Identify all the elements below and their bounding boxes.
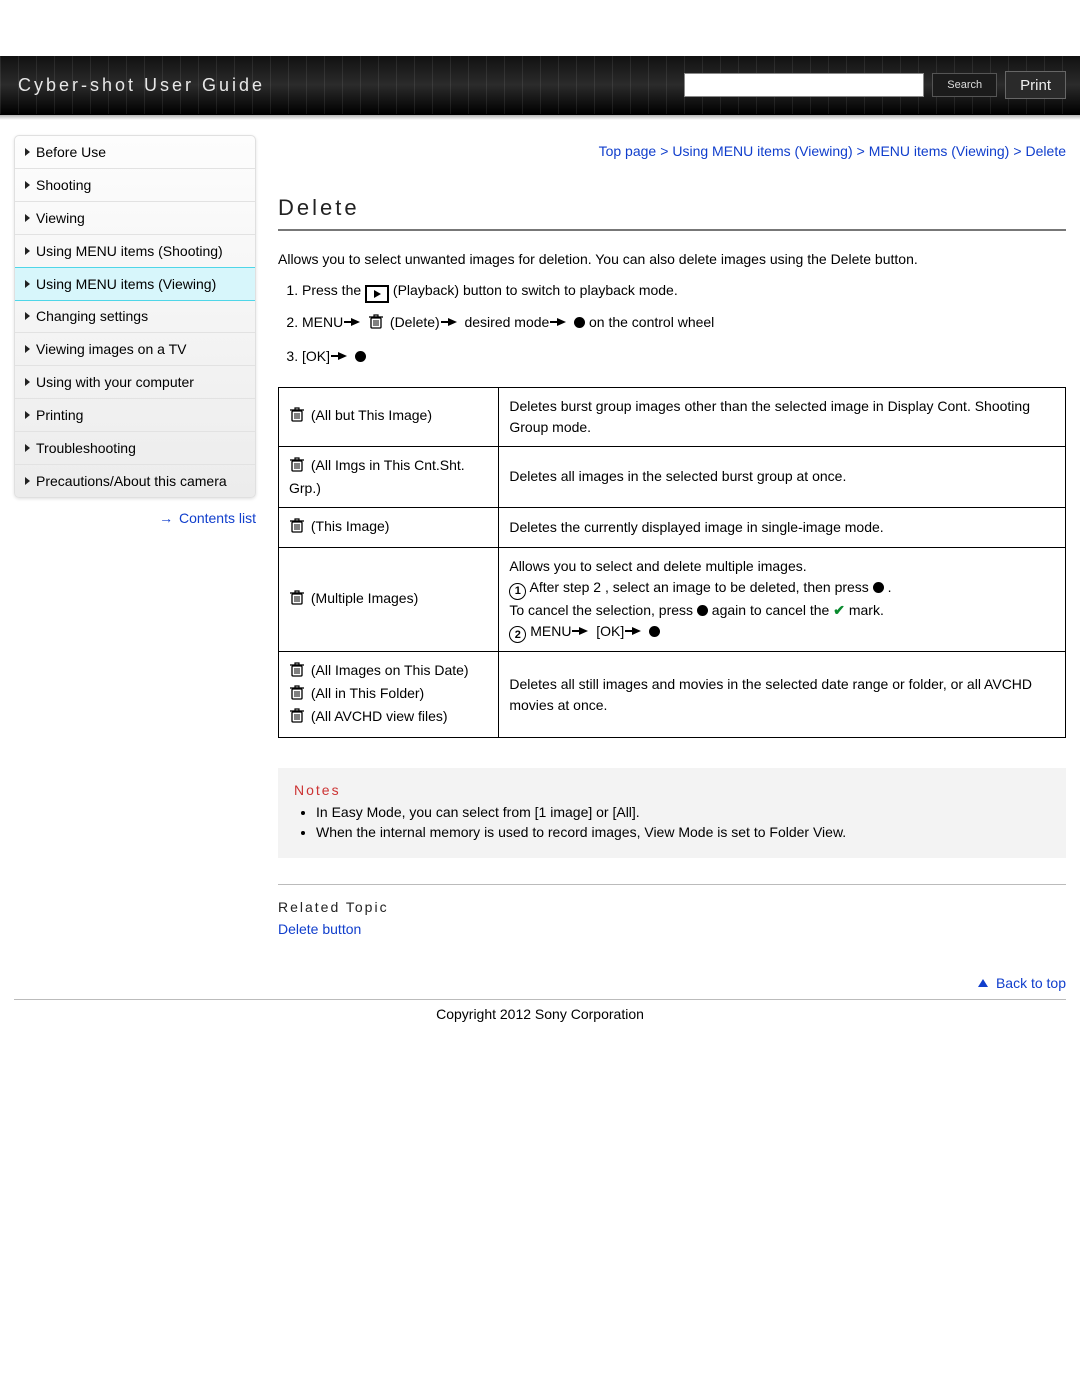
trash-icon — [289, 589, 305, 611]
arrow-icon — [351, 318, 360, 326]
chevron-right-icon — [25, 214, 30, 222]
sidebar-item-label: Using MENU items (Shooting) — [36, 243, 223, 259]
chevron-right-icon — [25, 312, 30, 320]
related-link[interactable]: Delete button — [278, 921, 361, 937]
table-row: (This Image) Deletes the currently displ… — [279, 507, 1066, 547]
sidebar: Before Use Shooting Viewing Using MENU item… — [14, 135, 256, 995]
trash-icon — [289, 684, 305, 706]
step-3: [OK] — [302, 345, 1066, 369]
trash-icon — [289, 661, 305, 683]
steps-list: Press the (Playback) button to switch to… — [302, 279, 1066, 369]
breadcrumb-link[interactable]: Using MENU items (Viewing) — [672, 143, 852, 159]
header-bar: Cyber-shot User Guide Search Print — [0, 56, 1080, 115]
sidebar-item[interactable]: Printing — [15, 399, 255, 432]
arrow-icon — [448, 318, 457, 326]
table-row: (All but This Image) Deletes burst group… — [279, 387, 1066, 446]
sidebar-item-label: Viewing images on a TV — [36, 341, 186, 357]
breadcrumb: Top page>Using MENU items (Viewing)>MENU… — [278, 143, 1066, 159]
sidebar-item[interactable]: Viewing images on a TV — [15, 333, 255, 366]
sidebar-item[interactable]: Precautions/About this camera — [15, 465, 255, 497]
up-triangle-icon — [978, 979, 988, 987]
trash-icon — [289, 406, 305, 428]
arrow-icon — [632, 627, 641, 635]
sidebar-item[interactable]: Using with your computer — [15, 366, 255, 399]
sidebar-item-label: Viewing — [36, 210, 85, 226]
step-2: MENU (Delete) desired mode on the contro… — [302, 311, 1066, 337]
sidebar-item[interactable]: Changing settings — [15, 300, 255, 333]
step-1: Press the (Playback) button to switch to… — [302, 279, 1066, 303]
table-row: (All Imgs in This Cnt.Sht. Grp.) Deletes… — [279, 446, 1066, 507]
trash-icon — [368, 313, 384, 337]
sidebar-item-label: Printing — [36, 407, 83, 423]
playback-icon — [365, 285, 389, 303]
chevron-right-icon — [25, 280, 30, 288]
sidebar-item-label: Troubleshooting — [36, 440, 136, 456]
center-button-icon — [649, 626, 660, 637]
check-icon: ✔ — [833, 602, 845, 618]
sidebar-item-label: Shooting — [36, 177, 91, 193]
breadcrumb-link[interactable]: MENU items (Viewing) — [869, 143, 1010, 159]
contents-list-link[interactable]: Contents list — [179, 510, 256, 526]
chevron-right-icon — [25, 411, 30, 419]
chevron-right-icon — [25, 247, 30, 255]
arrow-right-icon: → — [159, 510, 173, 526]
modes-table: (All but This Image) Deletes burst group… — [278, 387, 1066, 739]
intro-text: Allows you to select unwanted images for… — [278, 249, 1066, 269]
notes-item: In Easy Mode, you can select from [1 ima… — [316, 804, 1050, 820]
sidebar-item[interactable]: Using MENU items (Viewing) — [14, 267, 256, 301]
sidebar-item[interactable]: Using MENU items (Shooting) — [15, 235, 255, 268]
sidebar-item-label: Before Use — [36, 144, 106, 160]
related-title: Related Topic — [278, 899, 1066, 915]
breadcrumb-link[interactable]: Top page — [599, 143, 657, 159]
sidebar-item[interactable]: Shooting — [15, 169, 255, 202]
sidebar-item[interactable]: Viewing — [15, 202, 255, 235]
arrow-icon — [579, 627, 588, 635]
table-row: (All Images on This Date) (All in This F… — [279, 652, 1066, 738]
center-button-icon — [873, 582, 884, 593]
trash-icon — [289, 456, 305, 478]
center-button-icon — [355, 351, 366, 362]
sidebar-item-label: Using with your computer — [36, 374, 194, 390]
center-button-icon — [574, 317, 585, 328]
footer-copyright: Copyright 2012 Sony Corporation — [14, 999, 1066, 1062]
trash-icon — [289, 517, 305, 539]
breadcrumb-link[interactable]: Delete — [1026, 143, 1066, 159]
back-to-top-link[interactable]: Back to top — [996, 975, 1066, 991]
arrow-icon — [338, 352, 347, 360]
chevron-right-icon — [25, 181, 30, 189]
search-input[interactable] — [684, 73, 924, 97]
table-row: (Multiple Images) Allows you to select a… — [279, 547, 1066, 652]
chevron-right-icon — [25, 345, 30, 353]
arrow-icon — [557, 318, 566, 326]
chevron-right-icon — [25, 444, 30, 452]
print-button[interactable]: Print — [1005, 71, 1066, 99]
center-button-icon — [697, 605, 708, 616]
step-number-icon: 1 — [509, 583, 526, 600]
notes-title: Notes — [294, 782, 1050, 798]
notes-box: Notes In Easy Mode, you can select from … — [278, 768, 1066, 858]
chevron-right-icon — [25, 378, 30, 386]
app-title: Cyber-shot User Guide — [18, 75, 265, 96]
chevron-right-icon — [25, 148, 30, 156]
step-number-icon: 2 — [509, 626, 526, 643]
search-button[interactable]: Search — [932, 73, 997, 97]
trash-icon — [289, 707, 305, 729]
sidebar-item-label: Precautions/About this camera — [36, 473, 227, 489]
notes-item: When the internal memory is used to reco… — [316, 824, 1050, 840]
sidebar-item-label: Using MENU items (Viewing) — [36, 276, 216, 292]
page-title: Delete — [278, 195, 1066, 221]
chevron-right-icon — [25, 477, 30, 485]
sidebar-item-label: Changing settings — [36, 308, 148, 324]
sidebar-item[interactable]: Troubleshooting — [15, 432, 255, 465]
sidebar-item[interactable]: Before Use — [15, 136, 255, 169]
